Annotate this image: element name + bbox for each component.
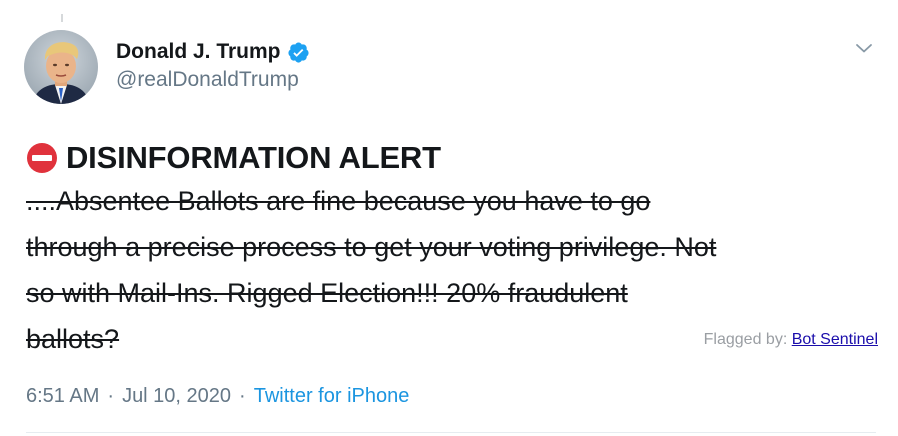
tweet-time[interactable]: 6:51 AM	[26, 385, 99, 408]
avatar[interactable]	[24, 30, 98, 104]
bot-sentinel-link[interactable]: Bot Sentinel	[792, 331, 878, 348]
chevron-down-icon[interactable]	[852, 36, 876, 60]
tweet-date[interactable]: Jul 10, 2020	[122, 385, 231, 408]
no-entry-icon	[27, 143, 57, 173]
divider	[26, 432, 876, 433]
verified-badge-icon	[287, 41, 309, 63]
avatar-photo-icon	[24, 30, 98, 104]
author-handle[interactable]: @realDonaldTrump	[116, 68, 299, 92]
tweet-text-line: so with Mail-Ins. Rigged Election!!! 20%…	[26, 278, 628, 308]
tweet-text-line: ballots?	[26, 324, 120, 354]
meta-separator: ·	[107, 385, 115, 407]
alert-heading: DISINFORMATION ALERT	[66, 140, 441, 175]
thread-connector	[61, 14, 63, 22]
tweet-metadata: 6:51 AM · Jul 10, 2020 · Twitter for iPh…	[26, 385, 409, 408]
author-name-row[interactable]: Donald J. Trump	[116, 38, 310, 66]
tweet-client-link[interactable]: Twitter for iPhone	[254, 385, 410, 408]
meta-separator: ·	[239, 385, 246, 407]
flagged-by-label: Flagged by:	[703, 331, 788, 348]
tweet-text-line: ....Absentee Ballots are fine because yo…	[26, 186, 651, 216]
disinformation-alert: DISINFORMATION ALERT	[26, 140, 441, 176]
flagged-by-notice: Flagged by: Bot Sentinel	[704, 331, 878, 349]
tweet-text-line: through a precise process to get your vo…	[26, 232, 717, 262]
author-display-name[interactable]: Donald J. Trump	[116, 40, 281, 64]
